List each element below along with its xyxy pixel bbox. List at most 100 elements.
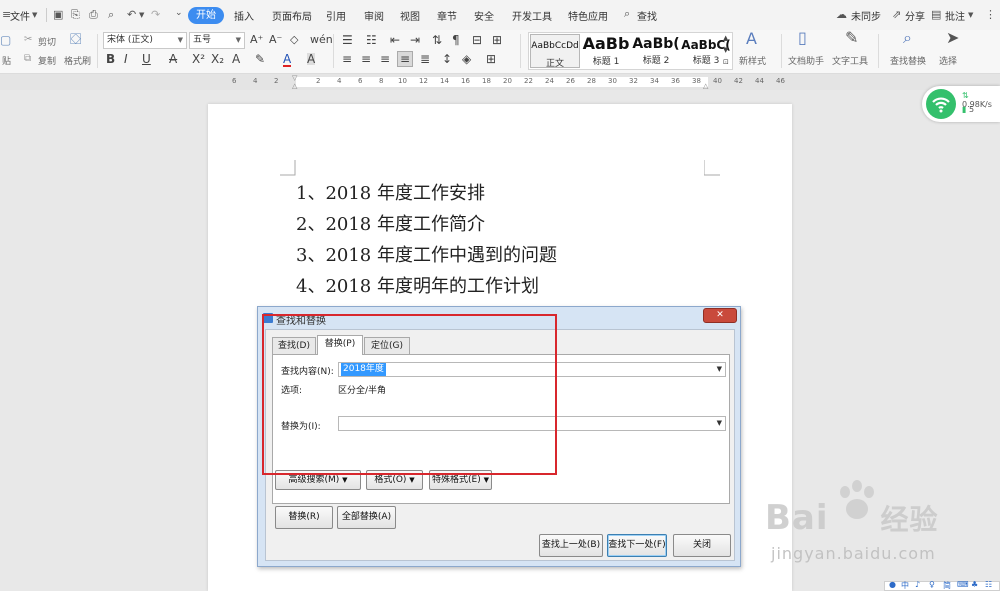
find-next-button[interactable]: 查找下一处(F) (607, 534, 667, 557)
replace-button[interactable]: 替换(R) (275, 506, 333, 529)
sync-status[interactable]: 未同步 (851, 8, 881, 23)
tab-insert[interactable]: 插入 (234, 8, 254, 23)
style-heading-2[interactable]: AaBb( 标题 2 (631, 34, 681, 68)
numbered-list-icon[interactable]: ☷ (366, 34, 377, 46)
style-scroll-down-icon[interactable]: ▼ (723, 44, 728, 56)
document-line-2[interactable]: 2、2018 年度工作简介 (296, 210, 485, 236)
superscript-icon[interactable]: X² (192, 53, 205, 65)
paste-label[interactable]: 贴 (2, 54, 11, 67)
ime-punct-icon[interactable]: ♪ (915, 580, 920, 589)
cut-icon[interactable]: ✂ (24, 34, 32, 46)
paragraph-settings-icon[interactable]: ⊟ (472, 34, 482, 46)
redo-icon[interactable]: ↷ (151, 8, 160, 21)
new-style-button[interactable]: 新样式 (739, 54, 766, 67)
ime-mode-cn[interactable]: 中 (901, 580, 909, 591)
chevron-down-icon[interactable]: ▼ (717, 417, 722, 430)
ime-keyboard-icon[interactable]: ⌨ (957, 580, 969, 589)
comment-dropdown-icon[interactable]: ▼ (968, 11, 973, 19)
format-painter-icon[interactable]: ⛋ (70, 32, 81, 47)
shading-icon[interactable]: ◈ (462, 53, 471, 65)
format-painter-button[interactable]: 格式刷 (64, 54, 91, 67)
line-layout-icon[interactable]: ⊞ (492, 34, 502, 46)
grow-font-icon[interactable]: A⁺ (250, 34, 263, 46)
italic-icon[interactable]: I (124, 53, 128, 65)
align-right-icon[interactable]: ≡ (380, 53, 390, 65)
text-effect-icon[interactable]: A (232, 53, 240, 65)
cloud-icon[interactable]: ☁ (836, 8, 847, 21)
strikethrough-icon[interactable]: A (169, 53, 177, 65)
decrease-indent-icon[interactable]: ⇤ (390, 34, 400, 46)
hanging-indent-icon[interactable]: △ (292, 82, 297, 90)
tab-security[interactable]: 安全 (474, 8, 494, 23)
line-spacing-icon[interactable]: ↕ (442, 53, 452, 65)
subscript-icon[interactable]: X₂ (211, 53, 224, 65)
export-icon[interactable]: ⎘ (71, 8, 80, 22)
font-size-select[interactable]: 五号 ▼ (189, 32, 245, 49)
pinyin-icon[interactable]: wén (310, 34, 333, 46)
style-expand-icon[interactable]: ⊡ (723, 56, 729, 68)
paste-icon[interactable]: ▢ (0, 34, 11, 46)
char-shading-icon[interactable]: A (307, 53, 316, 65)
style-normal[interactable]: AaBbCcDd 正文 (530, 34, 580, 68)
justify-icon[interactable]: ≡ (397, 51, 414, 67)
font-color-icon[interactable]: A (283, 53, 292, 67)
font-name-select[interactable]: 宋体 (正文) ▼ (103, 32, 187, 49)
share-icon[interactable]: ⇗ (892, 8, 901, 21)
tab-special-apps[interactable]: 特色应用 (568, 8, 608, 23)
search-icon[interactable]: ⌕ (624, 7, 630, 21)
style-scroll-up-icon[interactable]: ▲ (723, 32, 728, 44)
quick-access-more-icon[interactable]: ⌄ (175, 8, 183, 18)
print-icon[interactable]: ⎙ (89, 8, 98, 22)
text-tools-button[interactable]: 文字工具 (832, 54, 868, 67)
chevron-down-icon[interactable]: ▼ (717, 363, 722, 376)
find-previous-button[interactable]: 查找上一处(B) (539, 534, 603, 557)
find-replace-icon[interactable]: ⌕ (903, 30, 912, 46)
ime-skin-icon[interactable]: ♣ (971, 580, 978, 589)
bold-icon[interactable]: B (106, 53, 115, 65)
distribute-icon[interactable]: ≣ (420, 53, 430, 65)
doc-assistant-button[interactable]: 文档助手 (788, 54, 824, 67)
text-tools-icon[interactable]: ✎ (845, 30, 858, 46)
undo-dropdown-icon[interactable]: ▼ (139, 11, 144, 19)
ime-menu-icon[interactable]: ☷ (985, 580, 992, 589)
undo-icon[interactable]: ↶ (127, 8, 136, 21)
sort-icon[interactable]: ⇅ (432, 34, 442, 46)
show-marks-icon[interactable]: ¶ (452, 34, 460, 46)
document-line-1[interactable]: 1、2018 年度工作安排 (296, 179, 485, 205)
comment-icon[interactable]: ▤ (931, 8, 941, 21)
new-style-icon[interactable]: A (746, 31, 757, 47)
comment-button[interactable]: 批注 (945, 8, 965, 23)
tab-home[interactable]: 开始 (188, 7, 224, 24)
copy-button[interactable]: 复制 (38, 54, 56, 67)
print-preview-icon[interactable]: ⌕ (108, 8, 114, 22)
ime-mic-icon[interactable]: ♀ (929, 580, 935, 589)
chevron-down-icon[interactable]: ▼ (32, 11, 37, 19)
ime-simplified[interactable]: 简 (943, 580, 951, 591)
network-speed-widget[interactable]: ⇅ 0.98K/s ▮ 5 (922, 86, 1000, 122)
border-icon[interactable]: ⊞ (486, 53, 496, 65)
close-button[interactable]: 关闭 (673, 534, 731, 557)
tab-developer[interactable]: 开发工具 (512, 8, 552, 23)
horizontal-ruler[interactable]: 6 4 2 2 4 6 8 10 12 14 16 18 20 22 24 26… (0, 74, 1000, 90)
bullet-list-icon[interactable]: ☰ (342, 34, 353, 46)
file-menu[interactable]: 文件 (10, 8, 30, 23)
tab-view[interactable]: 视图 (400, 8, 420, 23)
indent-marker-icon[interactable]: ▽ (292, 74, 297, 82)
find-replace-button[interactable]: 查找替换 (890, 54, 926, 67)
more-icon[interactable]: ⋮ (985, 8, 996, 21)
increase-indent-icon[interactable]: ⇥ (410, 34, 420, 46)
tab-replace[interactable]: 替换(P) (317, 335, 363, 355)
tab-section[interactable]: 章节 (437, 8, 457, 23)
save-icon[interactable]: ▣ (53, 8, 63, 21)
underline-icon[interactable]: U (142, 53, 151, 65)
replace-all-button[interactable]: 全部替换(A) (337, 506, 396, 529)
align-center-icon[interactable]: ≡ (361, 53, 371, 65)
dialog-close-button[interactable]: ✕ (703, 308, 737, 323)
document-line-3[interactable]: 3、2018 年度工作中遇到的问题 (296, 241, 557, 267)
shrink-font-icon[interactable]: A⁻ (269, 34, 282, 46)
clear-format-icon[interactable]: ◇ (290, 34, 298, 46)
tab-review[interactable]: 审阅 (364, 8, 384, 23)
document-line-4[interactable]: 4、2018 年度明年的工作计划 (296, 272, 539, 298)
select-cursor-icon[interactable]: ➤ (946, 30, 959, 46)
select-button[interactable]: 选择 (939, 54, 957, 67)
